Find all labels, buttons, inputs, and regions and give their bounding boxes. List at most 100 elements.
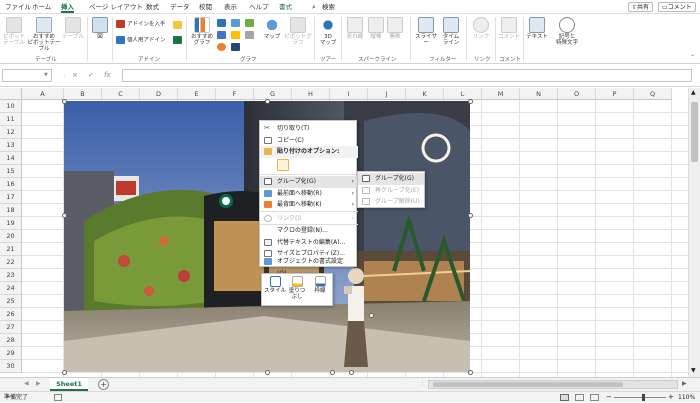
symbols-button[interactable]: 記号と 特殊文字 [552,17,582,46]
share-button[interactable]: ⇧共有 [628,2,654,12]
images-button[interactable]: 図 [90,17,110,40]
row-header-28[interactable]: 28 [0,334,22,347]
column-header-a[interactable]: A [22,88,64,100]
pivot-chart-button[interactable]: ピボットグラフ [284,17,312,46]
comment-insert-button[interactable]: コメント [497,17,521,40]
page-break-view-icon[interactable] [590,394,599,401]
submenu-item-ungroup[interactable]: グループ解除(U) [358,196,424,208]
menu-item-link[interactable]: リンク(I) › [260,213,358,225]
column-header-g[interactable]: G [254,88,292,100]
submenu-item-group[interactable]: グループ化(G) [358,173,424,185]
combo-chart-icon[interactable] [245,31,254,39]
my-addins-button[interactable]: 個人用アドイン [116,36,176,44]
recommended-charts-button[interactable]: おすすめ グラフ [189,17,215,46]
collapse-ribbon-icon[interactable]: ⌃ [690,54,695,61]
slicer-button[interactable]: スライサー [413,17,439,46]
tab-home[interactable]: ホーム [32,2,51,13]
row-header-21[interactable]: 21 [0,243,22,256]
sheet-tab-sheet1[interactable]: Sheet1 [50,378,88,391]
people-icon[interactable] [173,36,182,44]
tab-page-layout[interactable]: ページ レイアウト [89,2,143,13]
menu-item-bring-to-front[interactable]: 最前面へ移動(R) › [260,188,358,200]
tab-view[interactable]: 表示 [224,2,237,13]
search-icon[interactable]: ⌕ [312,2,316,13]
column-header-c[interactable]: C [102,88,140,100]
resize-handle-bottom-inner[interactable] [349,369,354,375]
submenu-item-regroup[interactable]: 再グループ化(E) [358,185,424,197]
cancel-icon[interactable]: × [72,69,78,82]
chart-type-gallery[interactable] [217,19,261,53]
paste-picture-icon[interactable] [277,159,289,171]
row-header-18[interactable]: 18 [0,204,22,217]
resize-handle-left[interactable] [61,213,67,218]
next-sheet-icon[interactable]: ▶ [36,380,41,387]
resize-handle-top[interactable] [264,98,270,104]
row-header-13[interactable]: 13 [0,139,22,152]
zoom-level[interactable]: 110% [678,392,695,403]
column-header-f[interactable]: F [216,88,254,100]
style-button[interactable]: スタイル [264,276,286,294]
zoom-in-icon[interactable]: + [668,392,674,403]
line-chart-icon[interactable] [217,31,226,39]
vertical-scroll-thumb[interactable] [691,102,698,162]
enter-icon[interactable]: ✓ [88,69,94,82]
scatter-chart-icon[interactable] [231,43,240,51]
vertical-scrollbar[interactable]: ▲ ▼ [688,88,700,377]
add-sheet-icon[interactable]: + [98,379,109,390]
get-addins-button[interactable]: アドインを入手 [116,20,176,28]
zoom-slider[interactable] [614,397,666,398]
insert-function-icon[interactable]: fx [104,69,111,82]
resize-handle-bottom-inner[interactable] [330,369,335,375]
prev-sheet-icon[interactable]: ◀ [24,380,29,387]
column-header-l[interactable]: L [444,88,482,100]
sparkline-line-button[interactable]: 折れ線 [344,17,366,40]
formula-input[interactable] [122,69,692,82]
row-header-23[interactable]: 23 [0,269,22,282]
menu-item-cut[interactable]: ✂ 切り取り(T) [260,123,358,135]
column-header-h[interactable]: H [292,88,330,100]
menu-item-copy[interactable]: コピー(C) [260,135,358,147]
table-button[interactable]: テーブル [62,17,84,40]
row-header-12[interactable]: 12 [0,126,22,139]
row-header-11[interactable]: 11 [0,113,22,126]
row-header-10[interactable]: 10 [0,100,22,113]
column-header-q[interactable]: Q [634,88,672,100]
resize-handle-bottom-right[interactable] [467,369,473,375]
maps-button[interactable]: マップ [261,17,283,40]
column-header-i[interactable]: I [330,88,368,100]
horizontal-scrollbar[interactable] [428,380,678,389]
column-header-p[interactable]: P [596,88,634,100]
pie-chart-icon[interactable] [217,43,226,51]
page-layout-view-icon[interactable] [575,394,584,401]
fill-button[interactable]: 塗りつぶし [286,276,308,300]
sparkline-winloss-button[interactable]: 勝敗 [386,17,404,40]
resize-handle-bottom[interactable] [264,369,270,375]
row-header-24[interactable]: 24 [0,282,22,295]
row-header-27[interactable]: 27 [0,321,22,334]
select-all-corner[interactable] [0,88,22,100]
recommended-pivot-button[interactable]: おすすめ ピボットテーブル [27,17,61,52]
row-header-22[interactable]: 22 [0,256,22,269]
tab-split-grip-icon[interactable]: ⋮ [420,380,425,386]
resize-handle-bottom-left[interactable] [61,369,67,375]
row-header-29[interactable]: 29 [0,347,22,360]
normal-view-icon[interactable] [560,394,569,401]
row-header-25[interactable]: 25 [0,295,22,308]
timeline-button[interactable]: タイム ライン [440,17,462,46]
row-header-20[interactable]: 20 [0,230,22,243]
row-header-26[interactable]: 26 [0,308,22,321]
resize-handle-top-right[interactable] [467,98,473,104]
scroll-right-icon[interactable]: ▶ [682,380,687,387]
3d-map-button[interactable]: 3D マップ [317,17,339,46]
resize-handle-figure[interactable] [369,313,374,318]
pivot-table-button[interactable]: ピボット テーブル [2,17,26,46]
zoom-slider-thumb[interactable] [642,394,645,401]
tab-review[interactable]: 校閲 [199,2,212,13]
row-header-14[interactable]: 14 [0,152,22,165]
column-header-n[interactable]: N [520,88,558,100]
horizontal-scroll-thumb[interactable] [433,382,623,387]
row-header-19[interactable]: 19 [0,217,22,230]
waterfall-chart-icon[interactable] [245,19,254,27]
tab-data[interactable]: データ [170,2,190,13]
column-header-b[interactable]: B [64,88,102,100]
